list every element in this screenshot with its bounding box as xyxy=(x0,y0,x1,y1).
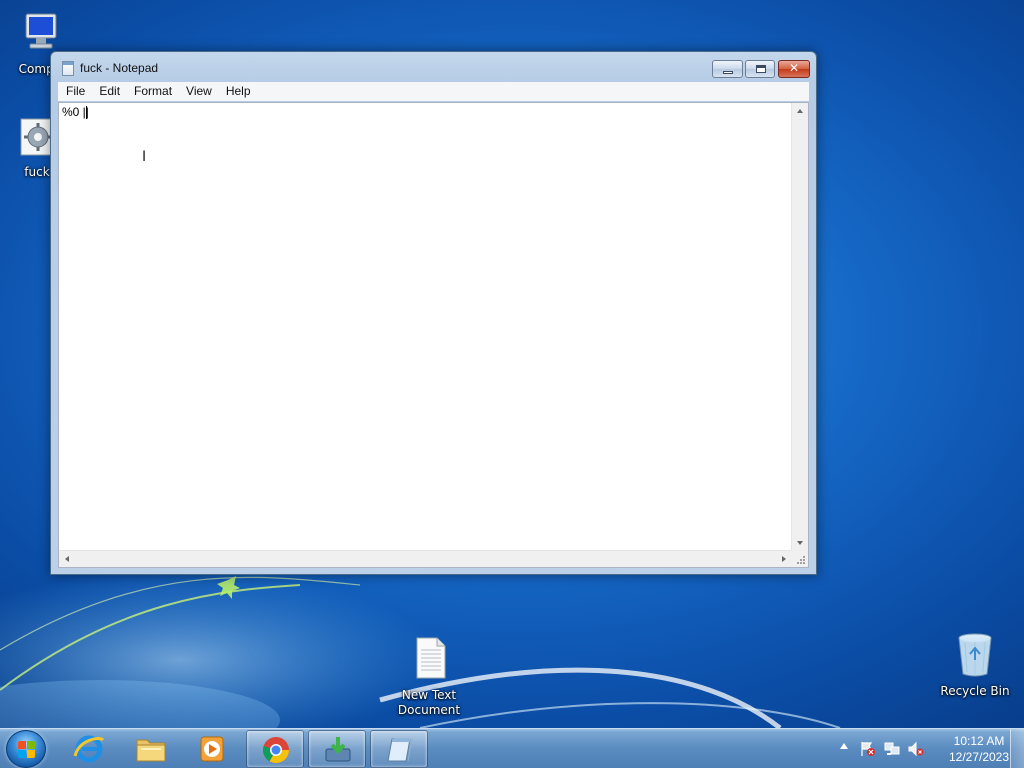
close-icon: ✕ xyxy=(788,61,800,75)
text-caret xyxy=(86,106,87,119)
taskbar-chrome[interactable] xyxy=(246,730,304,768)
recycle-bin-icon xyxy=(951,630,999,678)
menu-bar: File Edit Format View Help xyxy=(58,82,809,101)
close-button[interactable]: ✕ xyxy=(778,60,810,78)
menu-format[interactable]: Format xyxy=(127,82,179,101)
desktop-icon-new-text-document[interactable]: New Text Document xyxy=(389,634,469,718)
internet-explorer-icon xyxy=(73,734,105,764)
clock-date: 12/27/2023 xyxy=(948,750,1010,764)
editor-content: %0 || xyxy=(62,105,89,119)
file-explorer-icon xyxy=(135,734,167,764)
minimize-button[interactable] xyxy=(712,60,743,78)
system-clock[interactable]: 10:12 AM 12/27/2023 xyxy=(944,733,1014,765)
maximize-icon xyxy=(756,65,766,73)
text-editor[interactable]: %0 || I xyxy=(58,102,809,568)
desktop-icon-recycle-bin[interactable]: Recycle Bin xyxy=(935,630,1015,699)
menu-edit[interactable]: Edit xyxy=(92,82,127,101)
vertical-scrollbar[interactable] xyxy=(791,103,808,551)
notepad-app-icon xyxy=(62,61,74,76)
desktop-icon-label: Recycle Bin xyxy=(940,684,1010,698)
maximize-button[interactable] xyxy=(745,60,775,78)
clock-time: 10:12 AM xyxy=(953,734,1005,748)
scroll-right-icon[interactable] xyxy=(782,556,786,562)
taskbar-downloads[interactable] xyxy=(308,730,366,768)
notepad-window[interactable]: fuck - Notepad ✕ File Edit Format View H… xyxy=(50,51,817,575)
title-bar[interactable]: fuck - Notepad ✕ xyxy=(51,52,816,82)
taskbar-media-player[interactable] xyxy=(183,730,241,768)
desktop-icon-label-line1: New Text xyxy=(401,688,457,702)
show-hidden-icons-icon[interactable] xyxy=(840,743,848,749)
action-center-flag-icon[interactable] xyxy=(860,741,876,757)
menu-view[interactable]: View xyxy=(179,82,219,101)
taskbar: 10:12 AM 12/27/2023 xyxy=(0,728,1024,768)
volume-muted-icon[interactable] xyxy=(908,741,924,757)
chrome-icon xyxy=(260,735,292,765)
show-desktop-button[interactable] xyxy=(1010,729,1024,768)
taskbar-notepad[interactable] xyxy=(370,730,428,768)
system-tray: 10:12 AM 12/27/2023 xyxy=(834,729,1024,768)
ibeam-cursor-icon: I xyxy=(142,149,147,165)
downloads-icon xyxy=(322,735,354,765)
size-grip[interactable] xyxy=(791,550,808,567)
network-icon[interactable] xyxy=(884,741,900,757)
scroll-down-icon[interactable] xyxy=(797,541,803,545)
menu-help[interactable]: Help xyxy=(219,82,258,101)
window-title: fuck - Notepad xyxy=(80,61,159,75)
desktop-icon-label-line2: Document xyxy=(397,703,461,717)
taskbar-file-explorer[interactable] xyxy=(122,730,180,768)
text-document-icon xyxy=(405,634,453,682)
windows-logo-icon xyxy=(18,741,36,759)
media-player-icon xyxy=(196,734,228,764)
scroll-left-icon[interactable] xyxy=(65,556,69,562)
taskbar-internet-explorer[interactable] xyxy=(60,730,118,768)
menu-file[interactable]: File xyxy=(58,82,92,101)
minimize-icon xyxy=(723,71,733,74)
start-button[interactable] xyxy=(6,730,46,768)
horizontal-scrollbar[interactable] xyxy=(59,550,792,567)
scroll-up-icon[interactable] xyxy=(797,109,803,113)
notepad-icon xyxy=(384,735,416,765)
